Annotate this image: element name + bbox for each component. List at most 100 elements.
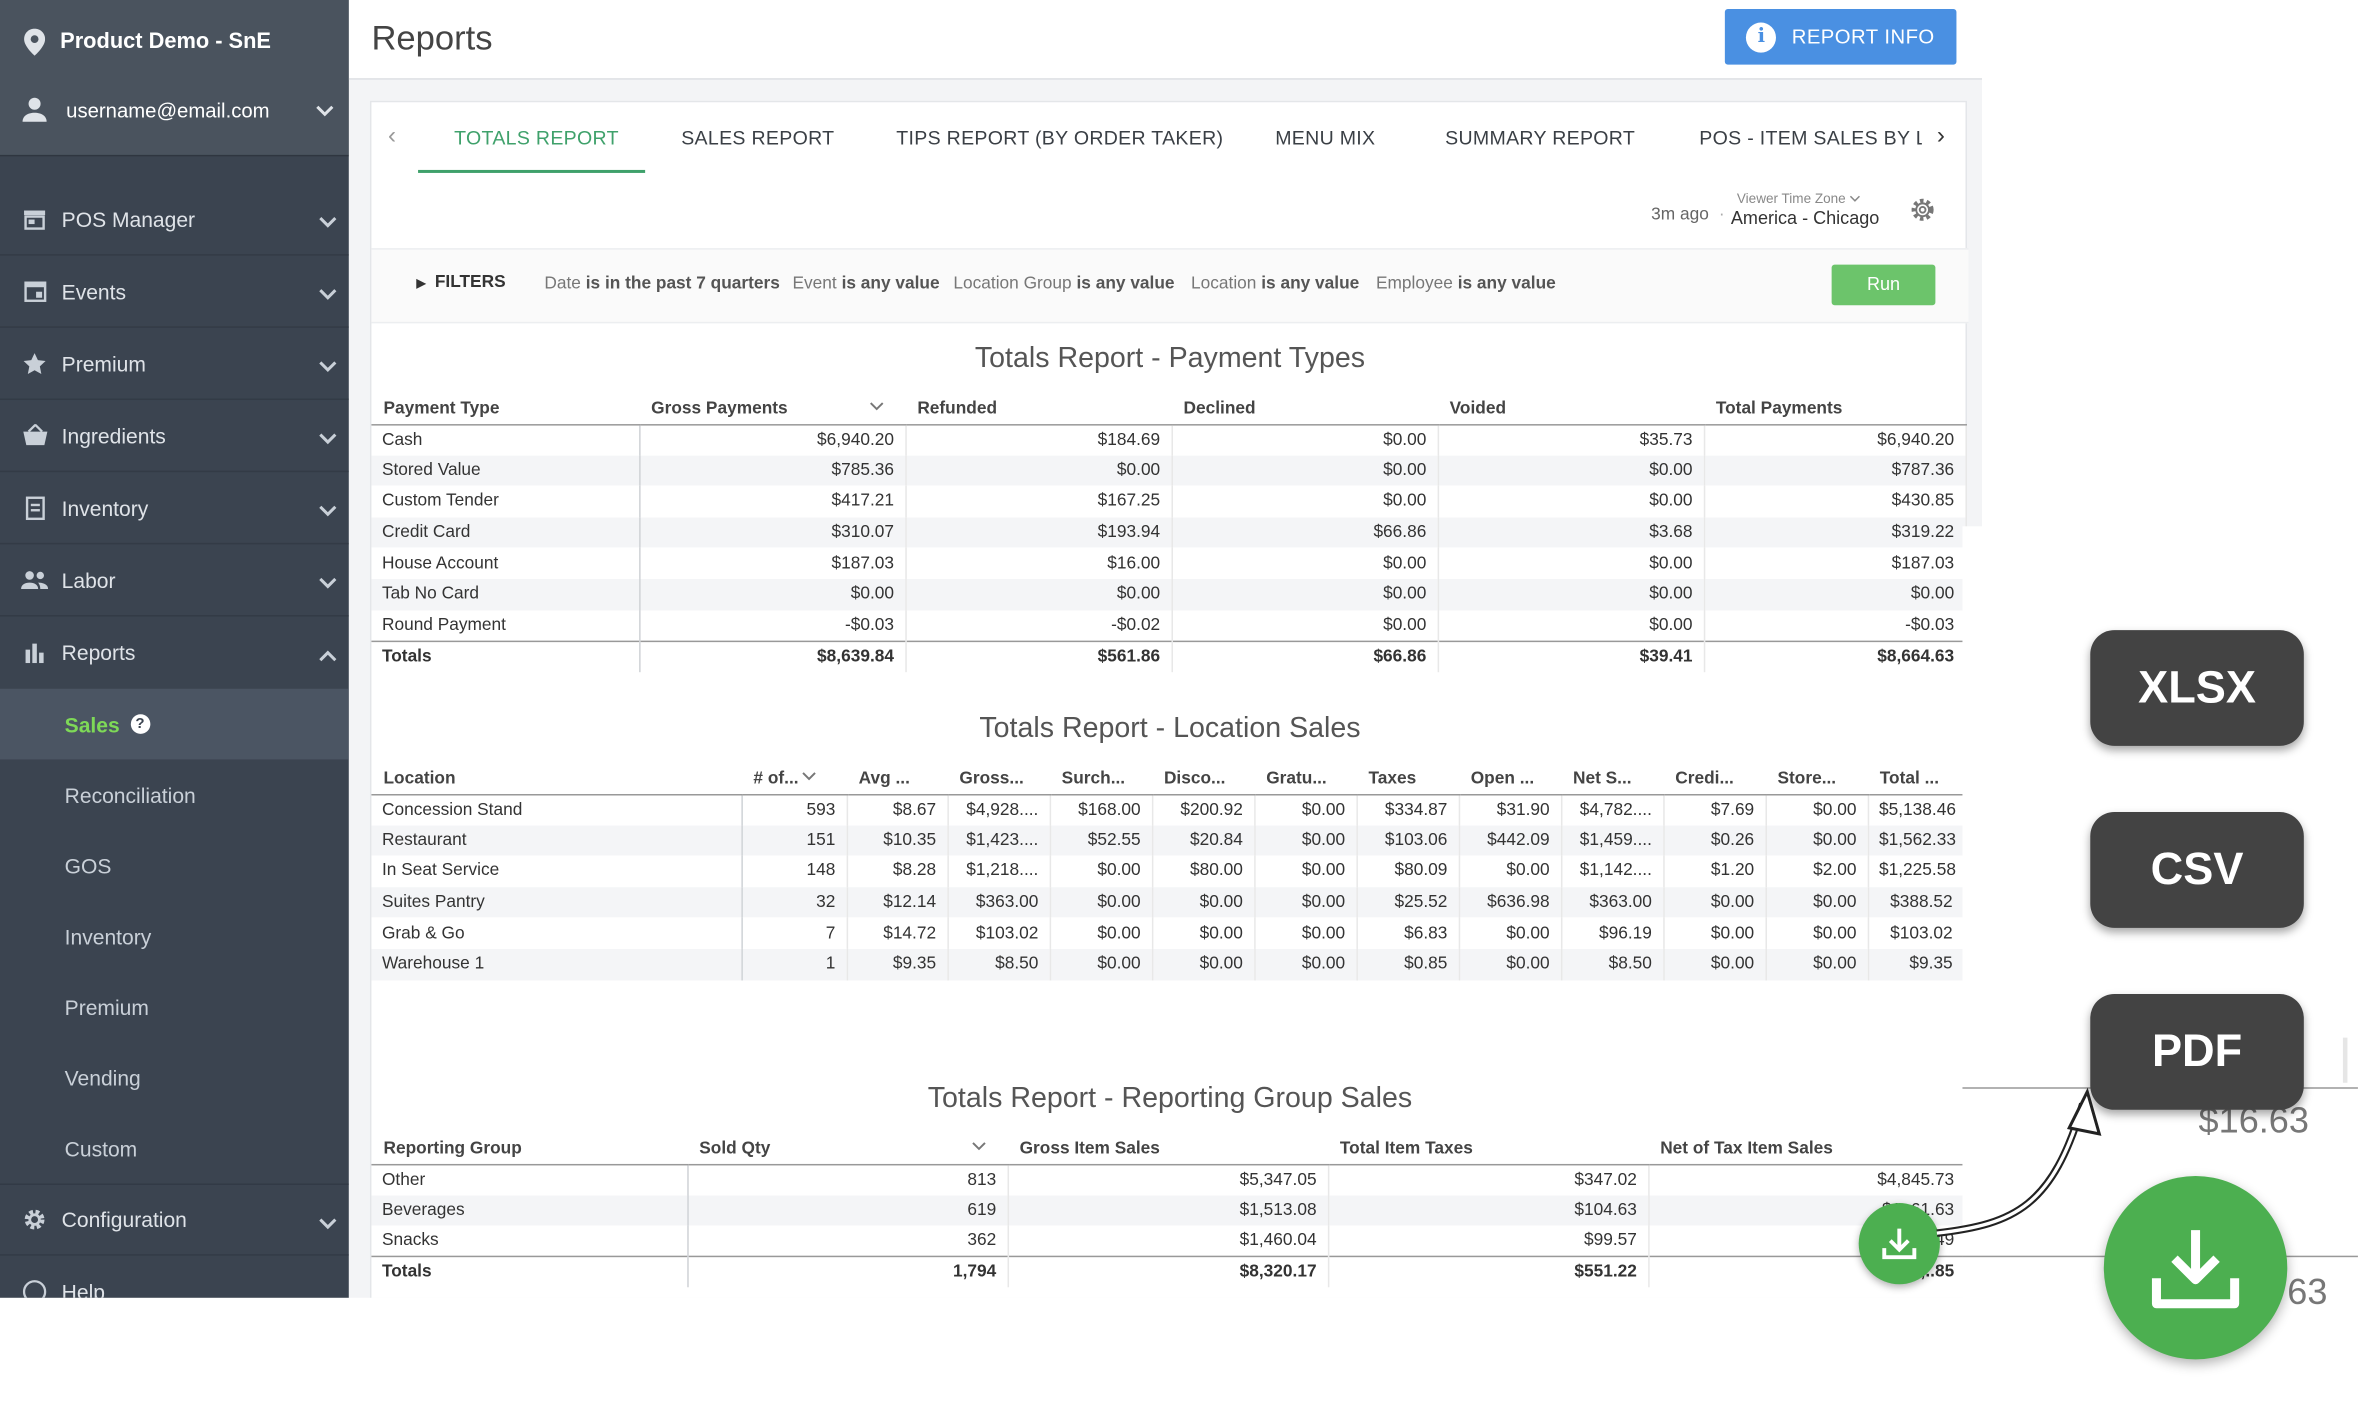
download-button-zoomed[interactable] [2103, 1175, 2288, 1360]
sidebar-subitem-inventory[interactable]: Inventory [0, 901, 349, 972]
tabs-next-icon[interactable]: › [1937, 123, 1945, 150]
column-header[interactable]: Total ... [1867, 763, 1964, 795]
table-cell: $0.00 [1049, 855, 1153, 887]
column-header[interactable]: Total Item Taxes [1327, 1133, 1649, 1165]
sort-chevron-icon[interactable] [802, 768, 817, 786]
tab-menu-mix[interactable]: MENU MIX [1275, 126, 1375, 149]
sidebar-item-reports[interactable]: Reports [0, 617, 349, 689]
tabs-prev-icon[interactable]: ‹ [388, 123, 396, 150]
run-button[interactable]: Run [1831, 264, 1936, 306]
column-header[interactable]: Disco... [1151, 763, 1255, 795]
table-row: In Seat Service 148 $8.28 $1,218.... $0.00 $8… [371, 855, 1965, 887]
chevron-down-icon [319, 426, 337, 450]
filter-location[interactable]: Location is any value [1191, 275, 1359, 293]
sidebar-item-pos-manager[interactable]: POS Manager [0, 183, 349, 256]
tab-totals-report[interactable]: TOTALS REPORT [454, 126, 619, 149]
column-header[interactable]: Refunded [905, 393, 1172, 425]
sidebar-item-configuration[interactable]: Configuration [0, 1183, 349, 1256]
table-cell: $16.00 [905, 547, 1173, 579]
sidebar-item-inventory[interactable]: Inventory [0, 472, 349, 545]
table-cell: $5,138.46 [1867, 794, 1965, 825]
sidebar-subitem-sales[interactable]: Sales ? [0, 688, 349, 760]
callout-arrow-icon [1936, 1087, 2102, 1237]
table-cell: $0.00 [1049, 917, 1153, 949]
column-header[interactable]: Gross... [947, 763, 1050, 795]
tab-summary-report[interactable]: SUMMARY REPORT [1445, 126, 1635, 149]
column-header[interactable]: Net S... [1560, 763, 1664, 795]
sidebar-item-events[interactable]: Events [0, 256, 349, 328]
sidebar-subitem-reconciliation[interactable]: Reconciliation [0, 759, 349, 830]
column-header[interactable]: Avg ... [846, 763, 948, 795]
tab-pos-item-sales[interactable]: POS - ITEM SALES BY L( [1699, 126, 1922, 149]
tab-tips-report[interactable]: TIPS REPORT (BY ORDER TAKER) [896, 126, 1223, 149]
table-cell: Credit Card [371, 516, 640, 548]
sidebar-item-help[interactable]: Help [0, 1256, 349, 1298]
column-header[interactable]: Gross Payments [639, 393, 906, 425]
column-header[interactable]: # of... [741, 763, 847, 795]
table-row: House Account $187.03 $16.00 $0.00 $0.00 $187… [371, 547, 1967, 579]
column-header[interactable]: Open ... [1458, 763, 1561, 795]
table-cell: 32 [741, 886, 848, 918]
chevron-down-icon [319, 570, 337, 594]
chevron-down-icon [319, 209, 337, 233]
tab-sales-report[interactable]: SALES REPORT [681, 126, 834, 149]
filters-toggle[interactable]: ▶ FILTERS [417, 274, 506, 292]
sidebar-subitem-gos[interactable]: GOS [0, 830, 349, 901]
column-header[interactable]: Voided [1437, 393, 1704, 425]
brand[interactable]: Product Demo - SnE [21, 28, 271, 56]
table-cell: $103.06 [1356, 824, 1460, 856]
table-row: Stored Value $785.36 $0.00 $0.00 $0.00 $787.3… [371, 455, 1967, 487]
column-header[interactable]: Net of Tax Item Sales [1648, 1133, 1966, 1165]
export-pdf-button[interactable]: PDF [2090, 994, 2304, 1110]
table-cell: $388.52 [1867, 886, 1965, 918]
table-cell: $442.09 [1458, 824, 1562, 856]
sort-chevron-icon[interactable] [869, 399, 884, 417]
table-cell: $1,225.58 [1867, 855, 1965, 887]
clipboard-icon [21, 494, 48, 521]
table-cell: 151 [741, 824, 848, 856]
column-header[interactable]: Payment Type [371, 393, 640, 425]
table-row: Suites Pantry 32 $12.14 $363.00 $0.00 $0.00 $0… [371, 886, 1965, 918]
column-header[interactable]: Gratu... [1254, 763, 1357, 795]
column-header[interactable]: Surch... [1049, 763, 1152, 795]
sort-chevron-icon[interactable] [971, 1138, 986, 1156]
sidebar-item-label: Premium [61, 351, 146, 376]
table-cell: Round Payment [371, 609, 640, 641]
filter-location-group[interactable]: Location Group is any value [953, 275, 1174, 293]
filter-employee[interactable]: Employee is any value [1376, 275, 1556, 293]
column-header[interactable]: Gross Item Sales [1007, 1133, 1328, 1165]
table-cell: $561.86 [905, 640, 1173, 672]
filter-event[interactable]: Event is any value [793, 275, 940, 293]
table-cell: $4,928.... [947, 794, 1051, 825]
sidebar-item-ingredients[interactable]: Ingredients [0, 400, 349, 473]
timezone-value[interactable]: America - Chicago [1731, 208, 1879, 229]
user-menu[interactable]: username@email.com [21, 96, 334, 123]
sidebar-item-premium[interactable]: Premium [0, 328, 349, 401]
column-header[interactable]: Credi... [1663, 763, 1766, 795]
sidebar-subitem-premium[interactable]: Premium [0, 971, 349, 1042]
export-csv-button[interactable]: CSV [2090, 812, 2304, 928]
table-cell: $0.00 [1765, 794, 1869, 825]
table-cell: $310.07 [639, 516, 907, 548]
payment-types-table: Payment Type Gross Payments Refunded Declin… [371, 393, 1967, 672]
sidebar-subitem-custom[interactable]: Custom [0, 1113, 349, 1184]
filter-date[interactable]: Date is in the past 7 quarters [544, 275, 780, 293]
column-header[interactable]: Store... [1765, 763, 1868, 795]
export-xlsx-button[interactable]: XLSX [2090, 630, 2304, 746]
column-header[interactable]: Location [371, 763, 742, 795]
column-header[interactable]: Total Payments [1703, 393, 1966, 425]
report-info-button[interactable]: i REPORT INFO [1724, 9, 1957, 65]
table-cell: $1.20 [1663, 855, 1767, 887]
column-header[interactable]: Reporting Group [371, 1133, 688, 1165]
sidebar-subitem-vending[interactable]: Vending [0, 1042, 349, 1113]
column-header[interactable]: Declined [1171, 393, 1438, 425]
table-cell: $9.35 [846, 948, 949, 980]
report-tabs: ‹ TOTALS REPORT SALES REPORT TIPS REPORT… [371, 102, 1968, 174]
settings-gear-icon[interactable] [1910, 197, 1936, 230]
timezone-label[interactable]: Viewer Time Zone [1737, 191, 1860, 206]
column-header[interactable]: Taxes [1356, 763, 1459, 795]
table-cell: $103.02 [1867, 917, 1965, 949]
column-header[interactable]: Sold Qty [687, 1133, 1008, 1165]
table-cell: $193.94 [905, 516, 1173, 548]
sidebar-item-labor[interactable]: Labor [0, 544, 349, 617]
